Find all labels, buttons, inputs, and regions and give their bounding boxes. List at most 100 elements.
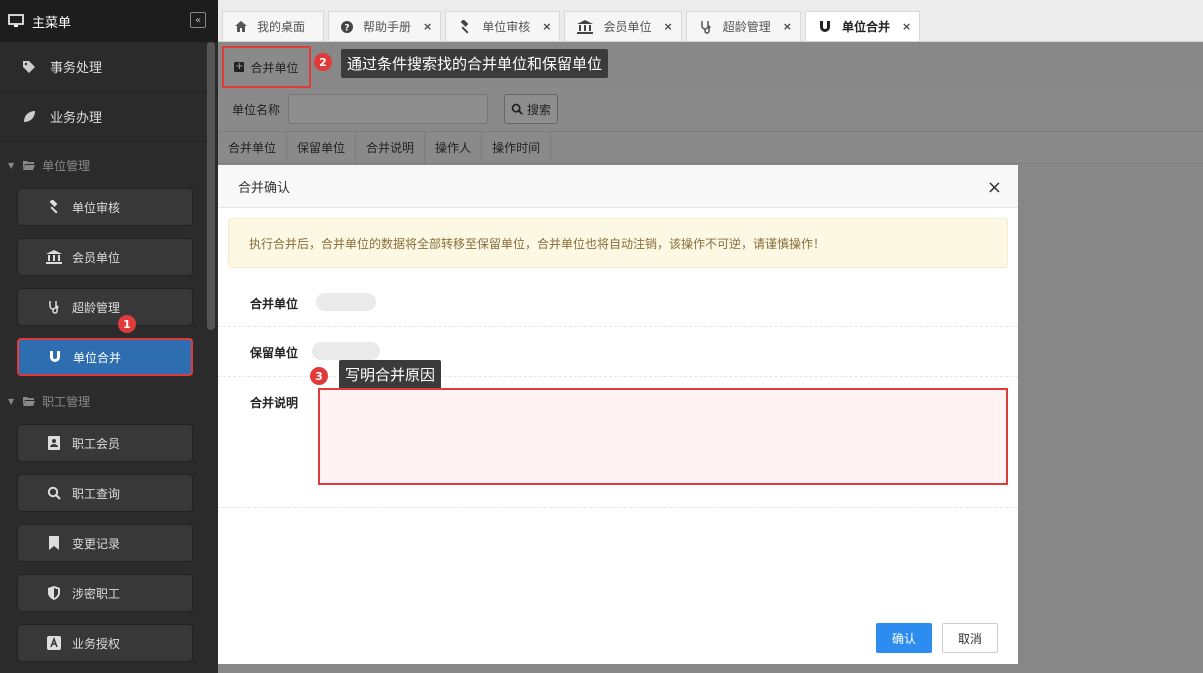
tab-unit-review[interactable]: 单位审核 ×	[445, 11, 561, 41]
column-header[interactable]: 保留单位	[287, 132, 357, 163]
tab-bar: 我的桌面 ? 帮助手册 × 单位审核 × 会员单位 × 超龄管理 × 单位合并 …	[218, 0, 1203, 42]
sidebar-item-member-unit[interactable]: 会员单位	[17, 238, 193, 276]
sidebar-item-label: 会员单位	[72, 250, 121, 265]
tab-label: 会员单位	[603, 20, 652, 34]
magnet-icon	[818, 20, 832, 34]
sidebar: 主菜单 « 事务处理 业务办理 ▼ 单位管理 单位审核 会员单位 超龄管理 1 …	[0, 0, 218, 673]
close-tab-icon[interactable]: ×	[542, 20, 551, 33]
sidebar-item-unit-merge[interactable]: 单位合并	[17, 338, 193, 376]
annotation-tooltip-2: 通过条件搜索找的合并单位和保留单位	[341, 49, 609, 78]
gavel-icon	[458, 19, 472, 34]
merge-unit-button[interactable]: + 合并单位	[222, 46, 311, 88]
column-header[interactable]: 操作时间	[482, 132, 552, 163]
shield-icon	[46, 586, 62, 600]
search-icon	[511, 103, 523, 115]
plus-square-icon: +	[234, 61, 245, 72]
warning-alert: 执行合并后，合并单位的数据将全部转移至保留单位，合并单位也将自动注销，该操作不可…	[228, 218, 1008, 268]
close-tab-icon[interactable]: ×	[783, 20, 792, 33]
sidebar-item-label: 业务授权	[72, 636, 121, 651]
close-tab-icon[interactable]: ×	[664, 20, 673, 33]
keep-unit-value-redacted	[312, 342, 380, 360]
sidebar-item-staff-query[interactable]: 职工查询	[17, 474, 193, 512]
sidebar-item-change-record[interactable]: 变更记录	[17, 524, 193, 562]
sidebar-group-label: 单位管理	[42, 158, 91, 173]
sidebar-item-label: 事务处理	[50, 61, 103, 76]
sidebar-item-label: 业务办理	[50, 111, 103, 126]
search-button[interactable]: 搜索	[504, 94, 559, 124]
sidebar-group-label: 职工管理	[42, 394, 91, 409]
sidebar-item-label: 涉密职工	[72, 586, 121, 601]
sidebar-item-staff-member[interactable]: 职工会员	[17, 424, 193, 462]
svg-text:?: ?	[344, 23, 349, 33]
close-tab-icon[interactable]: ×	[902, 20, 911, 33]
bank-icon	[46, 250, 62, 264]
sidebar-item-label: 单位审核	[72, 200, 121, 215]
bookmark-icon	[46, 536, 62, 550]
reason-textarea[interactable]	[318, 388, 1008, 485]
tab-label: 帮助手册	[363, 20, 412, 34]
sidebar-group-staff-management[interactable]: ▼ 职工管理	[0, 388, 218, 414]
sidebar-title: 主菜单	[32, 15, 72, 31]
folder-open-icon	[22, 395, 36, 407]
cancel-button[interactable]: 取消	[942, 623, 998, 653]
sidebar-item-overage[interactable]: 超龄管理 1	[17, 288, 193, 333]
tab-overage[interactable]: 超龄管理 ×	[685, 11, 801, 41]
caret-down-icon: ▼	[8, 160, 15, 170]
sidebar-header: 主菜单 «	[0, 0, 218, 42]
close-icon[interactable]: ×	[987, 177, 1002, 198]
keep-unit-label: 保留单位	[250, 346, 299, 360]
merge-confirm-dialog: 合并确认 × 执行合并后，合并单位的数据将全部转移至保留单位，合并单位也将自动注…	[218, 165, 1018, 664]
search-button-label: 搜索	[527, 102, 552, 117]
merge-unit-row: 合并单位	[218, 278, 1018, 327]
tab-label: 我的桌面	[257, 20, 306, 34]
sidebar-item-unit-review[interactable]: 单位审核	[17, 188, 193, 226]
leaf-icon	[22, 110, 36, 124]
unit-name-input[interactable]	[288, 94, 489, 124]
stethoscope-icon	[46, 300, 62, 314]
unit-name-label: 单位名称	[232, 102, 281, 117]
caret-down-icon: ▼	[8, 396, 15, 406]
sidebar-item-label: 超龄管理	[72, 300, 121, 315]
magnet-icon	[47, 350, 63, 364]
search-icon	[46, 486, 62, 500]
tab-help-manual[interactable]: ? 帮助手册 ×	[328, 11, 442, 41]
tab-member-unit[interactable]: 会员单位 ×	[564, 11, 682, 41]
keep-unit-row: 保留单位	[218, 327, 1018, 377]
tab-unit-merge[interactable]: 单位合并 ×	[804, 11, 921, 41]
sidebar-item-label: 变更记录	[72, 536, 121, 551]
home-icon	[235, 21, 247, 32]
sidebar-item-label: 单位合并	[73, 350, 122, 365]
close-tab-icon[interactable]: ×	[423, 20, 432, 33]
merge-unit-value-redacted	[316, 293, 376, 311]
tab-my-desktop[interactable]: 我的桌面	[222, 11, 325, 41]
annotation-badge-2: 2	[314, 53, 332, 71]
collapse-sidebar-button[interactable]: «	[190, 12, 206, 28]
sidebar-item-business-auth[interactable]: 业务授权	[17, 624, 193, 662]
tab-label: 单位审核	[482, 20, 531, 34]
confirm-button[interactable]: 确认	[876, 623, 932, 653]
letter-a-icon	[46, 636, 62, 650]
folder-open-icon	[22, 159, 36, 171]
annotation-badge-1: 1	[118, 315, 136, 333]
sidebar-item-label: 职工会员	[72, 436, 121, 451]
dialog-header: 合并确认	[218, 165, 1018, 208]
sidebar-group-unit-management[interactable]: ▼ 单位管理	[0, 152, 218, 178]
tab-label: 超龄管理	[722, 20, 771, 34]
tab-label: 单位合并	[841, 20, 890, 34]
reason-label: 合并说明	[250, 396, 299, 410]
column-header[interactable]: 操作人	[425, 132, 483, 163]
toolbar: + 合并单位 2 通过条件搜索找的合并单位和保留单位	[218, 42, 1203, 88]
search-bar: 单位名称 搜索	[218, 88, 1203, 130]
column-header[interactable]: 合并说明	[356, 132, 426, 163]
sidebar-item-affairs[interactable]: 事务处理	[0, 42, 218, 92]
question-icon: ?	[341, 20, 354, 33]
bank-icon	[577, 19, 594, 34]
monitor-icon	[8, 14, 24, 28]
tag-icon	[22, 60, 36, 74]
merge-unit-button-label: 合并单位	[250, 60, 299, 75]
dialog-title: 合并确认	[238, 180, 291, 196]
sidebar-item-business[interactable]: 业务办理	[0, 92, 218, 142]
sidebar-scrollbar[interactable]	[207, 42, 215, 330]
sidebar-item-classified-staff[interactable]: 涉密职工	[17, 574, 193, 612]
column-header[interactable]: 合并单位	[218, 132, 288, 163]
